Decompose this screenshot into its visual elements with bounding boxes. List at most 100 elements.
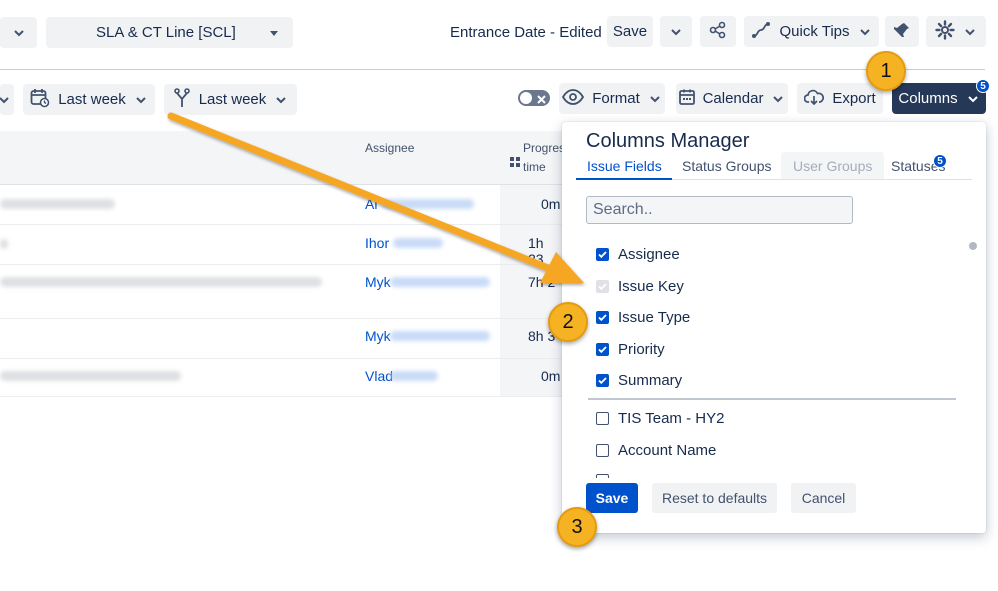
search-input[interactable] [586,196,853,224]
option-label: Priority [618,340,665,358]
calendar-label: Calendar [702,90,764,107]
chevron-down-icon [858,25,872,39]
share-icon [709,21,727,43]
assignee-link[interactable]: Myk [365,274,391,290]
entrance-date-label: Entrance Date - Edited [450,24,602,41]
chevron-down-icon [134,93,148,107]
date-range-dropdown[interactable]: Last week [23,84,155,115]
option-summary[interactable]: Summary [596,370,682,390]
table-row[interactable]: Myk 8h 3 [0,319,562,359]
format-label: Format [592,90,640,107]
column-header-progress[interactable]: Progres [523,141,565,155]
chevron-down-icon [669,25,683,39]
option-cut-off-checkbox [596,474,609,478]
checkbox-unchecked[interactable] [596,411,609,425]
tab-issue-fields[interactable]: Issue Fields [587,158,662,174]
chevron-down-icon [648,92,662,106]
option-label: Account Name [618,441,717,459]
callout-1: 1 [866,51,906,91]
option-priority[interactable]: Priority [596,339,665,359]
callout-2: 2 [548,302,588,342]
checkbox-disabled [596,279,609,293]
settings-button[interactable] [926,16,986,47]
reset-defaults-button[interactable]: Reset to defaults [652,483,777,513]
save-options-button[interactable] [660,16,692,47]
columns-button[interactable]: Columns [892,83,986,114]
table-row[interactable]: Myk 7h 2 [0,265,562,319]
close-icon [536,92,547,110]
chevron-down-icon [274,93,288,107]
table-row[interactable]: Vlad 0m [0,359,562,397]
prev-dropdown[interactable] [0,84,14,115]
option-issue-type[interactable]: Issue Type [596,307,690,327]
date-range-label: Last week [58,91,126,108]
save-view-button[interactable]: Save [607,16,653,47]
chevron-down-icon [966,92,980,106]
assignee-redacted [382,199,474,209]
checkbox-checked[interactable] [596,310,609,324]
option-account-name[interactable]: Account Name [596,440,716,460]
checkbox-unchecked[interactable] [596,443,609,457]
assignee-redacted [390,331,490,341]
option-label: Summary [618,371,683,389]
prev-filter-dropdown[interactable] [0,17,37,48]
option-issue-key: Issue Key [596,276,684,296]
checkbox-checked[interactable] [596,247,609,261]
assignee-link[interactable]: Vlad [365,368,393,384]
assignee-link[interactable]: Al [365,196,377,212]
save-button[interactable]: Save [586,483,638,513]
notifications-button[interactable] [885,16,919,47]
columns-manager-popup: Columns Manager Issue Fields Status Grou… [562,122,986,533]
calendar-dropdown[interactable]: Calendar [676,83,788,114]
chevron-down-icon [771,92,785,106]
filter-dropdown[interactable]: SLA & CT Line [SCL] [46,17,293,48]
columns-label: Columns [898,90,958,107]
option-tis-team[interactable]: TIS Team - HY2 [596,408,724,428]
assignee-link[interactable]: Ihor [365,235,389,251]
table-row[interactable]: Al 0m [0,185,562,225]
chevron-down-icon [963,25,977,39]
assignee-redacted [390,371,438,381]
checkbox-checked[interactable] [596,342,609,356]
summary-redacted [0,239,8,249]
drag-handle-icon[interactable] [510,154,520,172]
quick-tips-button[interactable]: Quick Tips [744,16,879,47]
columns-count-badge: 5 [976,79,990,93]
checkbox-checked[interactable] [596,373,609,387]
progress-value: 0m [541,368,561,384]
toolbar-divider [0,69,985,70]
callout-3: 3 [557,507,597,547]
option-assignee[interactable]: Assignee [596,244,680,264]
toggle-switch[interactable] [518,90,550,106]
eye-icon [562,88,585,109]
column-header-assignee[interactable]: Assignee [365,141,414,155]
export-button[interactable]: Export [797,83,883,114]
assignee-link[interactable]: Myk [365,328,391,344]
filter-label: SLA & CT Line [SCL] [96,24,236,41]
tab-status-groups[interactable]: Status Groups [682,158,772,174]
column-header-progress-time: time [523,160,546,174]
chevron-down-icon [12,26,26,40]
scrollbar-thumb[interactable] [969,242,977,250]
active-tab-indicator [576,178,672,180]
compare-range-label: Last week [198,91,267,108]
tab-user-groups: User Groups [781,152,885,180]
format-dropdown[interactable]: Format [559,83,665,114]
calendar-icon [678,89,695,109]
table-header [0,131,562,185]
selected-divider [588,398,956,400]
split-icon [173,87,191,112]
table-row[interactable]: Ihor 1h 23 [0,225,562,267]
cloud-download-icon [803,89,825,109]
share-button[interactable] [700,16,736,47]
toggle-knob [520,92,532,104]
quick-tips-label: Quick Tips [779,23,850,40]
progress-value: 7h 2 [528,274,556,290]
option-label: Issue Key [618,277,684,295]
cancel-button[interactable]: Cancel [791,483,856,513]
screen: SLA & CT Line [SCL] Entrance Date - Edit… [0,0,998,591]
gear-icon [935,19,955,44]
caret-down-icon [267,26,281,40]
compare-range-dropdown[interactable]: Last week [164,84,297,115]
progress-value: 1h 23 [528,235,544,267]
